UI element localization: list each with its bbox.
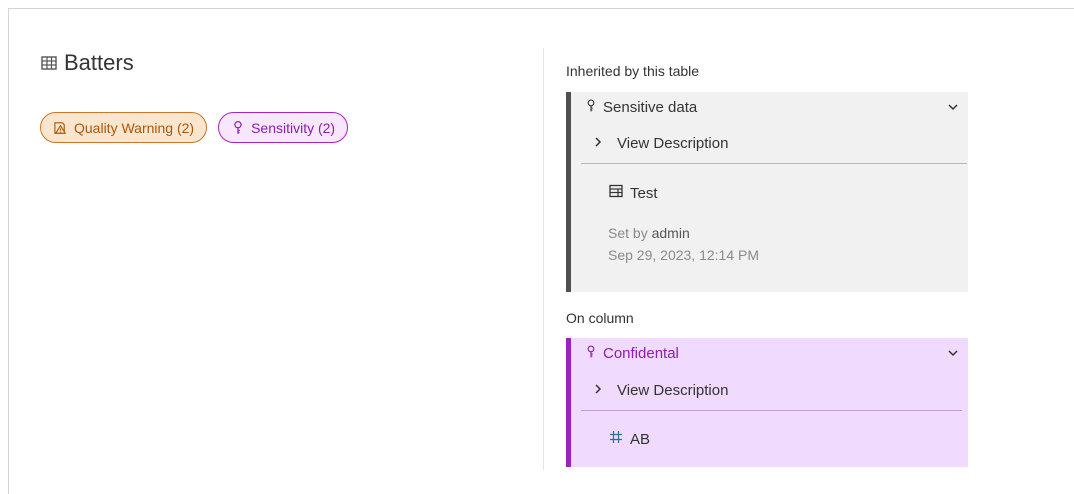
sensitivity-badge[interactable]: Sensitivity (2) — [218, 112, 349, 143]
confidential-card-title: Confidental — [603, 345, 679, 362]
set-by-user: admin — [651, 225, 690, 241]
set-timestamp: Sep 29, 2023, 12:14 PM — [608, 247, 759, 263]
badge-row: Quality Warning (2) Sensitivity (2) — [40, 112, 349, 143]
card-divider — [581, 163, 967, 164]
database-table-icon — [608, 183, 624, 203]
sensitivity-icon — [585, 98, 597, 117]
set-by-info: Set by admin Sep 29, 2023, 12:14 PM — [608, 222, 759, 266]
inherited-section-label: Inherited by this table — [566, 63, 700, 79]
sensitivity-icon — [585, 344, 597, 363]
quality-warning-badge-label: Quality Warning (2) — [74, 119, 195, 136]
frame-top-border — [8, 8, 1074, 9]
chevron-down-icon[interactable] — [946, 346, 960, 365]
on-column-section-label: On column — [566, 310, 634, 326]
page-title: Batters — [64, 50, 134, 75]
view-description-toggle[interactable]: View Description — [593, 135, 728, 152]
quality-warning-badge[interactable]: Quality Warning (2) — [40, 112, 208, 143]
asset-link-test[interactable]: Test — [608, 183, 658, 203]
confidential-card-header[interactable]: Confidental — [585, 344, 679, 363]
page-title-row: Batters — [40, 50, 134, 76]
asset-name: AB — [630, 430, 651, 448]
chevron-right-icon — [593, 382, 603, 399]
sensitive-data-card-title: Sensitive data — [603, 99, 698, 116]
set-by-prefix: Set by — [608, 225, 648, 241]
quality-warning-icon — [53, 120, 68, 135]
sensitivity-icon — [231, 120, 245, 135]
number-column-icon — [608, 429, 624, 449]
view-description-label: View Description — [617, 382, 729, 399]
column-divider — [543, 48, 544, 470]
view-description-label: View Description — [617, 135, 729, 152]
sensitive-data-card-header[interactable]: Sensitive data — [585, 98, 697, 117]
sensitive-data-card: Sensitive data View Description Test Set… — [566, 92, 968, 292]
asset-name: Test — [630, 184, 658, 202]
card-divider — [581, 410, 962, 411]
view-description-toggle[interactable]: View Description — [593, 382, 728, 399]
chevron-right-icon — [593, 135, 603, 152]
asset-link-ab[interactable]: AB — [608, 429, 650, 449]
frame-left-border — [8, 8, 9, 494]
confidential-card: Confidental View Description AB — [566, 338, 968, 467]
table-icon — [40, 54, 58, 72]
chevron-down-icon[interactable] — [946, 100, 960, 119]
sensitivity-badge-label: Sensitivity (2) — [251, 119, 336, 136]
